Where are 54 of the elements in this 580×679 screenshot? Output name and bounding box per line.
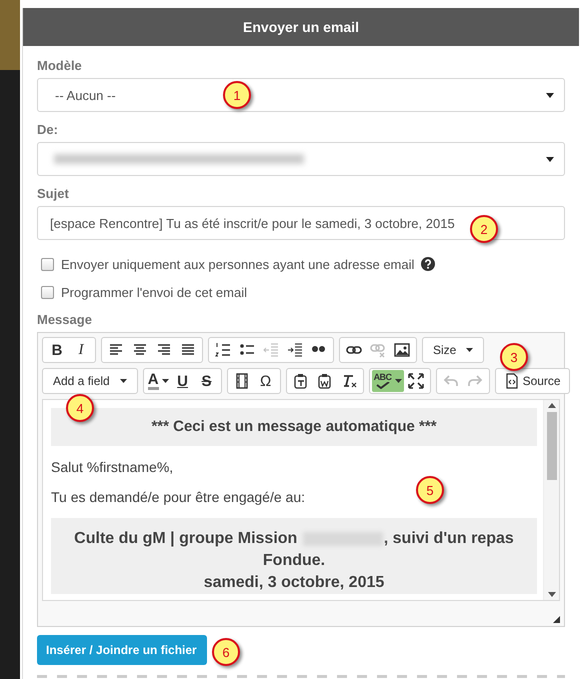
unlink-icon <box>370 342 386 358</box>
event-title: Culte du gM | groupe Mission <box>74 530 298 547</box>
checkbox[interactable] <box>41 258 54 270</box>
checkbox[interactable] <box>41 286 54 298</box>
message-text: Tu es demandé/e pour être engagé/e au: <box>51 488 305 506</box>
document-icon <box>504 373 520 389</box>
field-label: De: <box>37 122 59 137</box>
paste-text-icon <box>292 373 309 389</box>
spellcheck-button[interactable]: ABC <box>372 370 404 392</box>
field-label: Modèle <box>37 58 83 73</box>
check-icon <box>376 382 390 389</box>
field-label: Sujet <box>37 186 70 201</box>
dialog-title: Envoyer un email <box>23 8 579 46</box>
event-title: Fondue. <box>262 551 326 571</box>
caret-icon <box>162 379 169 383</box>
event-date: samedi, 3 octobre, 2015 <box>202 573 386 593</box>
checkbox-label[interactable]: Programmer l'envoi de cet email <box>61 284 247 300</box>
caret-icon <box>394 379 402 383</box>
indent-icon <box>287 342 303 358</box>
format-button[interactable]: B <box>45 339 69 361</box>
outdent-icon <box>263 342 279 358</box>
scrollbar[interactable] <box>543 400 559 600</box>
scrollbar-thumb[interactable] <box>546 412 556 480</box>
dropdown-button[interactable]: Size <box>425 339 482 361</box>
film-icon <box>234 373 250 389</box>
message-text: Salut %firstname%, <box>51 458 174 476</box>
field-label: Message <box>37 312 93 327</box>
align-center-icon <box>132 342 148 358</box>
caret-icon <box>546 92 554 98</box>
caret-icon <box>546 156 554 162</box>
maximize-icon <box>408 373 424 389</box>
format-button[interactable]: U <box>170 370 195 392</box>
scroll-up-icon[interactable] <box>548 403 556 408</box>
text-color-button[interactable]: A <box>146 370 171 392</box>
bullet-list-icon <box>239 342 255 358</box>
dropdown-button[interactable]: Add a field <box>45 370 135 392</box>
event-title: , suivi d'un repas <box>384 530 514 547</box>
format-button[interactable]: Ω <box>254 370 278 392</box>
undo-icon <box>442 373 459 389</box>
caret-icon <box>120 379 127 383</box>
numbered-list-icon <box>215 342 231 358</box>
align-left-icon <box>108 342 124 358</box>
image-icon <box>394 342 410 358</box>
checkbox-label[interactable]: Envoyer uniquement aux personnes ayant une adresse email <box>61 256 414 272</box>
align-right-icon <box>156 342 172 358</box>
redo-icon <box>466 373 483 389</box>
resize-handle-icon <box>553 616 560 623</box>
format-button[interactable]: S <box>194 370 219 392</box>
justify-icon <box>180 342 196 358</box>
paste-word-icon <box>316 373 333 389</box>
source-button[interactable]: Source <box>498 370 567 392</box>
format-button[interactable]: I <box>69 339 93 361</box>
caret-icon <box>466 348 474 352</box>
scroll-down-icon[interactable] <box>548 592 556 597</box>
